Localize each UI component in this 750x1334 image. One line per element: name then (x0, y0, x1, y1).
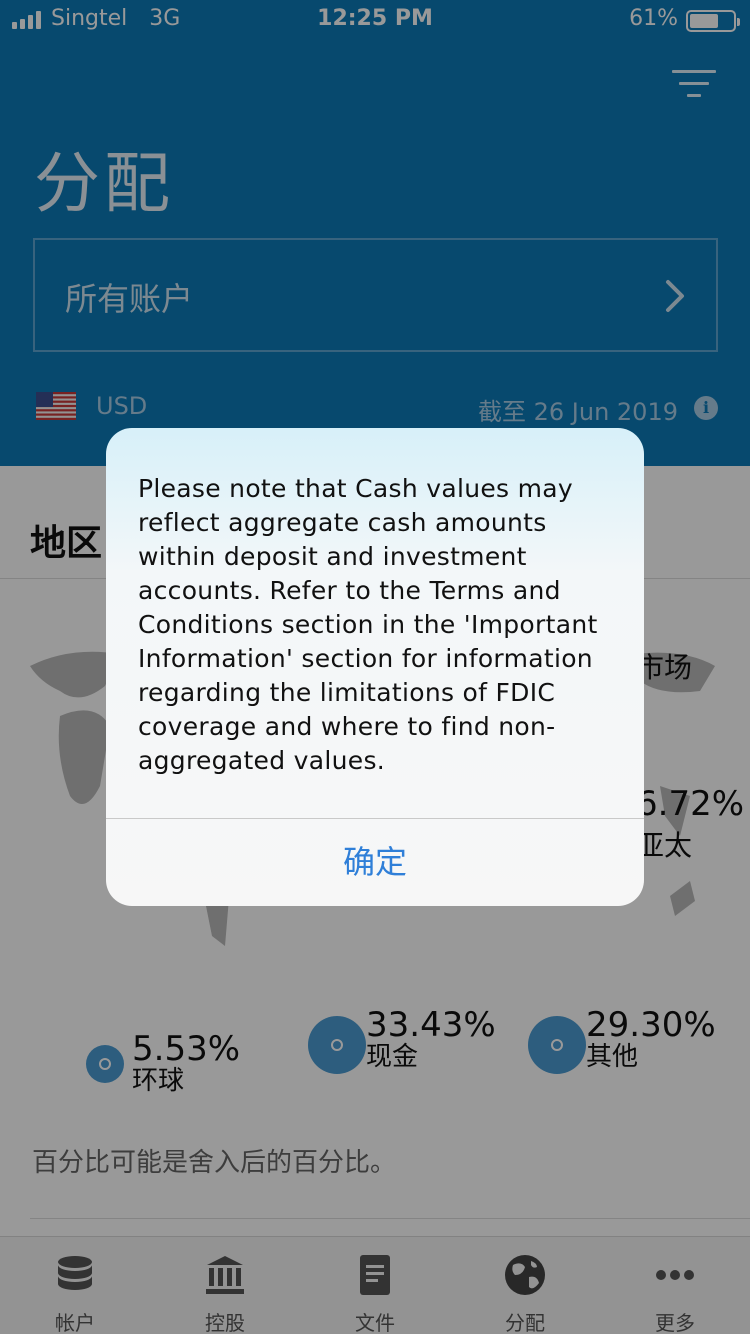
fdic-alert-dialog: Please note that Cash values may reflect… (106, 428, 644, 906)
confirm-button[interactable]: 确定 (106, 819, 644, 906)
alert-message: Please note that Cash values may reflect… (138, 474, 598, 775)
